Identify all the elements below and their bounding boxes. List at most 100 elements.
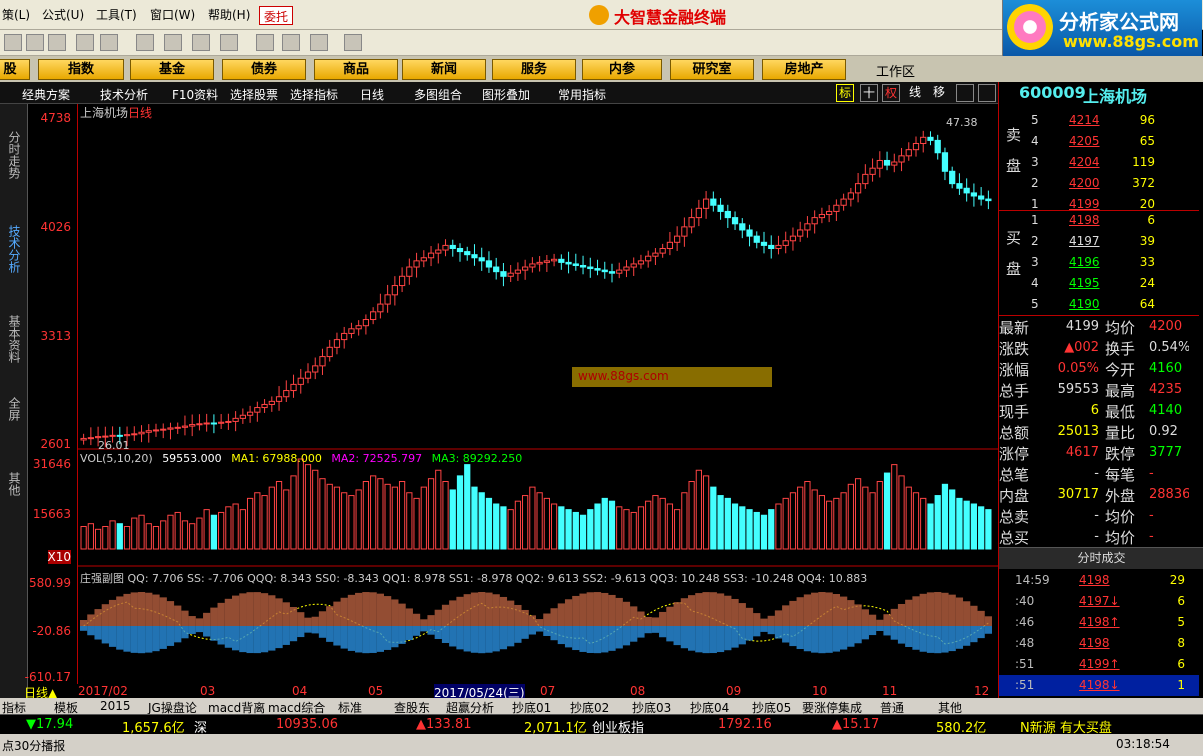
sub-upper-band — [224, 598, 232, 626]
toolbar-icon-8[interactable] — [192, 34, 210, 51]
price-tick: 3313 — [40, 329, 71, 343]
toolbar-icon-3[interactable] — [48, 34, 66, 51]
tab-service[interactable]: 服务 — [492, 59, 576, 80]
toolbar-icon-5[interactable] — [100, 34, 118, 51]
crosshair-tool[interactable]: 十 — [860, 84, 878, 102]
ask-row[interactable]: 5 4214 96 — [999, 110, 1189, 131]
candle-body — [370, 311, 377, 321]
menu-item-tools[interactable]: 工具(T) — [96, 6, 137, 23]
tab-commodity[interactable]: 商品 — [314, 59, 398, 80]
ask-row[interactable]: 2 4200 372 — [999, 173, 1189, 194]
f10-menu[interactable]: F10资料 — [172, 86, 218, 103]
sub-upper-band — [890, 608, 898, 626]
sub-lower-band — [340, 626, 348, 649]
volume-bar — [283, 489, 290, 550]
binocular-icon[interactable] — [76, 34, 94, 51]
workarea-label[interactable]: 工作区 — [876, 61, 915, 80]
sub-lower-band — [716, 626, 725, 653]
chart-svg[interactable] — [78, 104, 998, 684]
diamond-icon[interactable] — [164, 34, 182, 51]
tab-research[interactable]: 研究室 — [670, 59, 754, 80]
candle-body — [934, 139, 941, 154]
tab-other[interactable]: 其他 — [3, 464, 23, 504]
common-indicator-menu[interactable]: 常用指标 — [558, 86, 606, 103]
sub-upper-band — [963, 601, 971, 626]
play-tool-icon[interactable] — [978, 84, 996, 102]
volume-bar — [377, 478, 384, 550]
window-icon[interactable] — [282, 34, 300, 51]
stat-value: - — [1149, 508, 1154, 523]
tab-technical[interactable]: 技术分析 — [3, 204, 23, 294]
tech-analysis-menu[interactable]: 技术分析 — [100, 86, 148, 103]
ticks-title[interactable]: 分时成交 — [999, 547, 1203, 569]
sub-lower-band — [564, 626, 573, 648]
sub-upper-band — [427, 615, 435, 626]
delegate-button[interactable]: 委托 — [259, 6, 294, 25]
menu-item-strategy[interactable]: 策(L) — [2, 6, 30, 23]
kline-chart[interactable]: 上海机场 日线 47.38 26.01 VOL(5,10,20) 59553.0… — [78, 104, 998, 684]
toolbar-icon-2[interactable] — [26, 34, 44, 51]
sub-lower-band — [608, 626, 616, 651]
tab-news[interactable]: 新闻 — [402, 59, 486, 80]
candle-body — [789, 235, 797, 242]
toolbar-icon-1[interactable] — [4, 34, 22, 51]
menu-item-formula[interactable]: 公式(U) — [42, 6, 84, 23]
volume-bar — [232, 503, 239, 550]
menu-item-window[interactable]: 窗口(W) — [150, 6, 195, 23]
rights-tool[interactable]: 权 — [882, 84, 900, 102]
ask-row[interactable]: 4 4205 65 — [999, 131, 1189, 152]
multi-chart-menu[interactable]: 多图组合 — [414, 86, 462, 103]
menu-item-help[interactable]: 帮助(H) — [208, 6, 250, 23]
toolbar-icon-10[interactable] — [256, 34, 274, 51]
toolbar-icon-9[interactable] — [220, 34, 238, 51]
stat-label: 每笔 — [1105, 466, 1136, 484]
order-price: 4200 — [1069, 176, 1100, 190]
move-tool[interactable]: 移 — [930, 84, 948, 102]
volume-bar — [934, 495, 941, 550]
sub-upper-band — [803, 594, 812, 626]
bars-icon[interactable] — [310, 34, 328, 51]
volume-bar — [435, 469, 442, 550]
select-indicator-menu[interactable]: 选择指标 — [290, 86, 338, 103]
toolbar-icon-6[interactable] — [136, 34, 154, 51]
sub-lower-band — [362, 626, 370, 654]
sub-upper-band — [347, 594, 356, 626]
tick-row: 14:59 4198 29 — [999, 570, 1199, 591]
bid-row[interactable]: 1 4198 6 — [999, 210, 1189, 231]
ask-row[interactable]: 3 4204 119 — [999, 152, 1189, 173]
indicator-tab[interactable]: 2015 — [100, 699, 131, 713]
tab-bond[interactable]: 债券 — [222, 59, 306, 80]
bid-row[interactable]: 3 4196 33 — [999, 252, 1189, 273]
candle-body — [290, 383, 297, 392]
tab-stock[interactable]: 股 — [0, 59, 30, 80]
tab-intraday[interactable]: 分时走势 — [3, 110, 23, 200]
tab-fund[interactable]: 基金 — [130, 59, 214, 80]
candle-body — [218, 421, 225, 424]
help-pointer-icon[interactable] — [344, 34, 362, 51]
overlay-menu[interactable]: 图形叠加 — [482, 86, 530, 103]
window-tool-icon[interactable] — [956, 84, 974, 102]
mark-tool[interactable]: 标 — [836, 84, 854, 102]
classic-scheme-menu[interactable]: 经典方案 — [22, 86, 70, 103]
line-tool[interactable]: 线 — [906, 84, 924, 102]
tab-index[interactable]: 指数 — [38, 59, 124, 80]
candle-body — [304, 371, 312, 379]
period-daily-menu[interactable]: 日线 — [360, 86, 384, 103]
sub-lower-band — [275, 626, 283, 649]
candle-body — [601, 269, 608, 273]
tab-insider[interactable]: 内参 — [582, 59, 662, 80]
tab-fullscreen[interactable]: 全屏 — [3, 384, 23, 434]
candle-body — [905, 149, 912, 157]
stat-value: - — [1149, 529, 1154, 544]
bid-row[interactable]: 2 4197 39 — [999, 231, 1189, 252]
sub-upper-band — [289, 606, 298, 626]
bid-row[interactable]: 5 4190 64 — [999, 294, 1189, 315]
candle-body — [543, 260, 550, 263]
sub-upper-band — [731, 598, 739, 626]
tab-fundamental[interactable]: 基本资料 — [3, 294, 23, 384]
select-stock-menu[interactable]: 选择股票 — [230, 86, 278, 103]
sub-upper-band — [897, 603, 906, 626]
sub-lower-band — [485, 626, 493, 653]
tab-realestate[interactable]: 房地产 — [762, 59, 846, 80]
bid-row[interactable]: 4 4195 24 — [999, 273, 1189, 294]
